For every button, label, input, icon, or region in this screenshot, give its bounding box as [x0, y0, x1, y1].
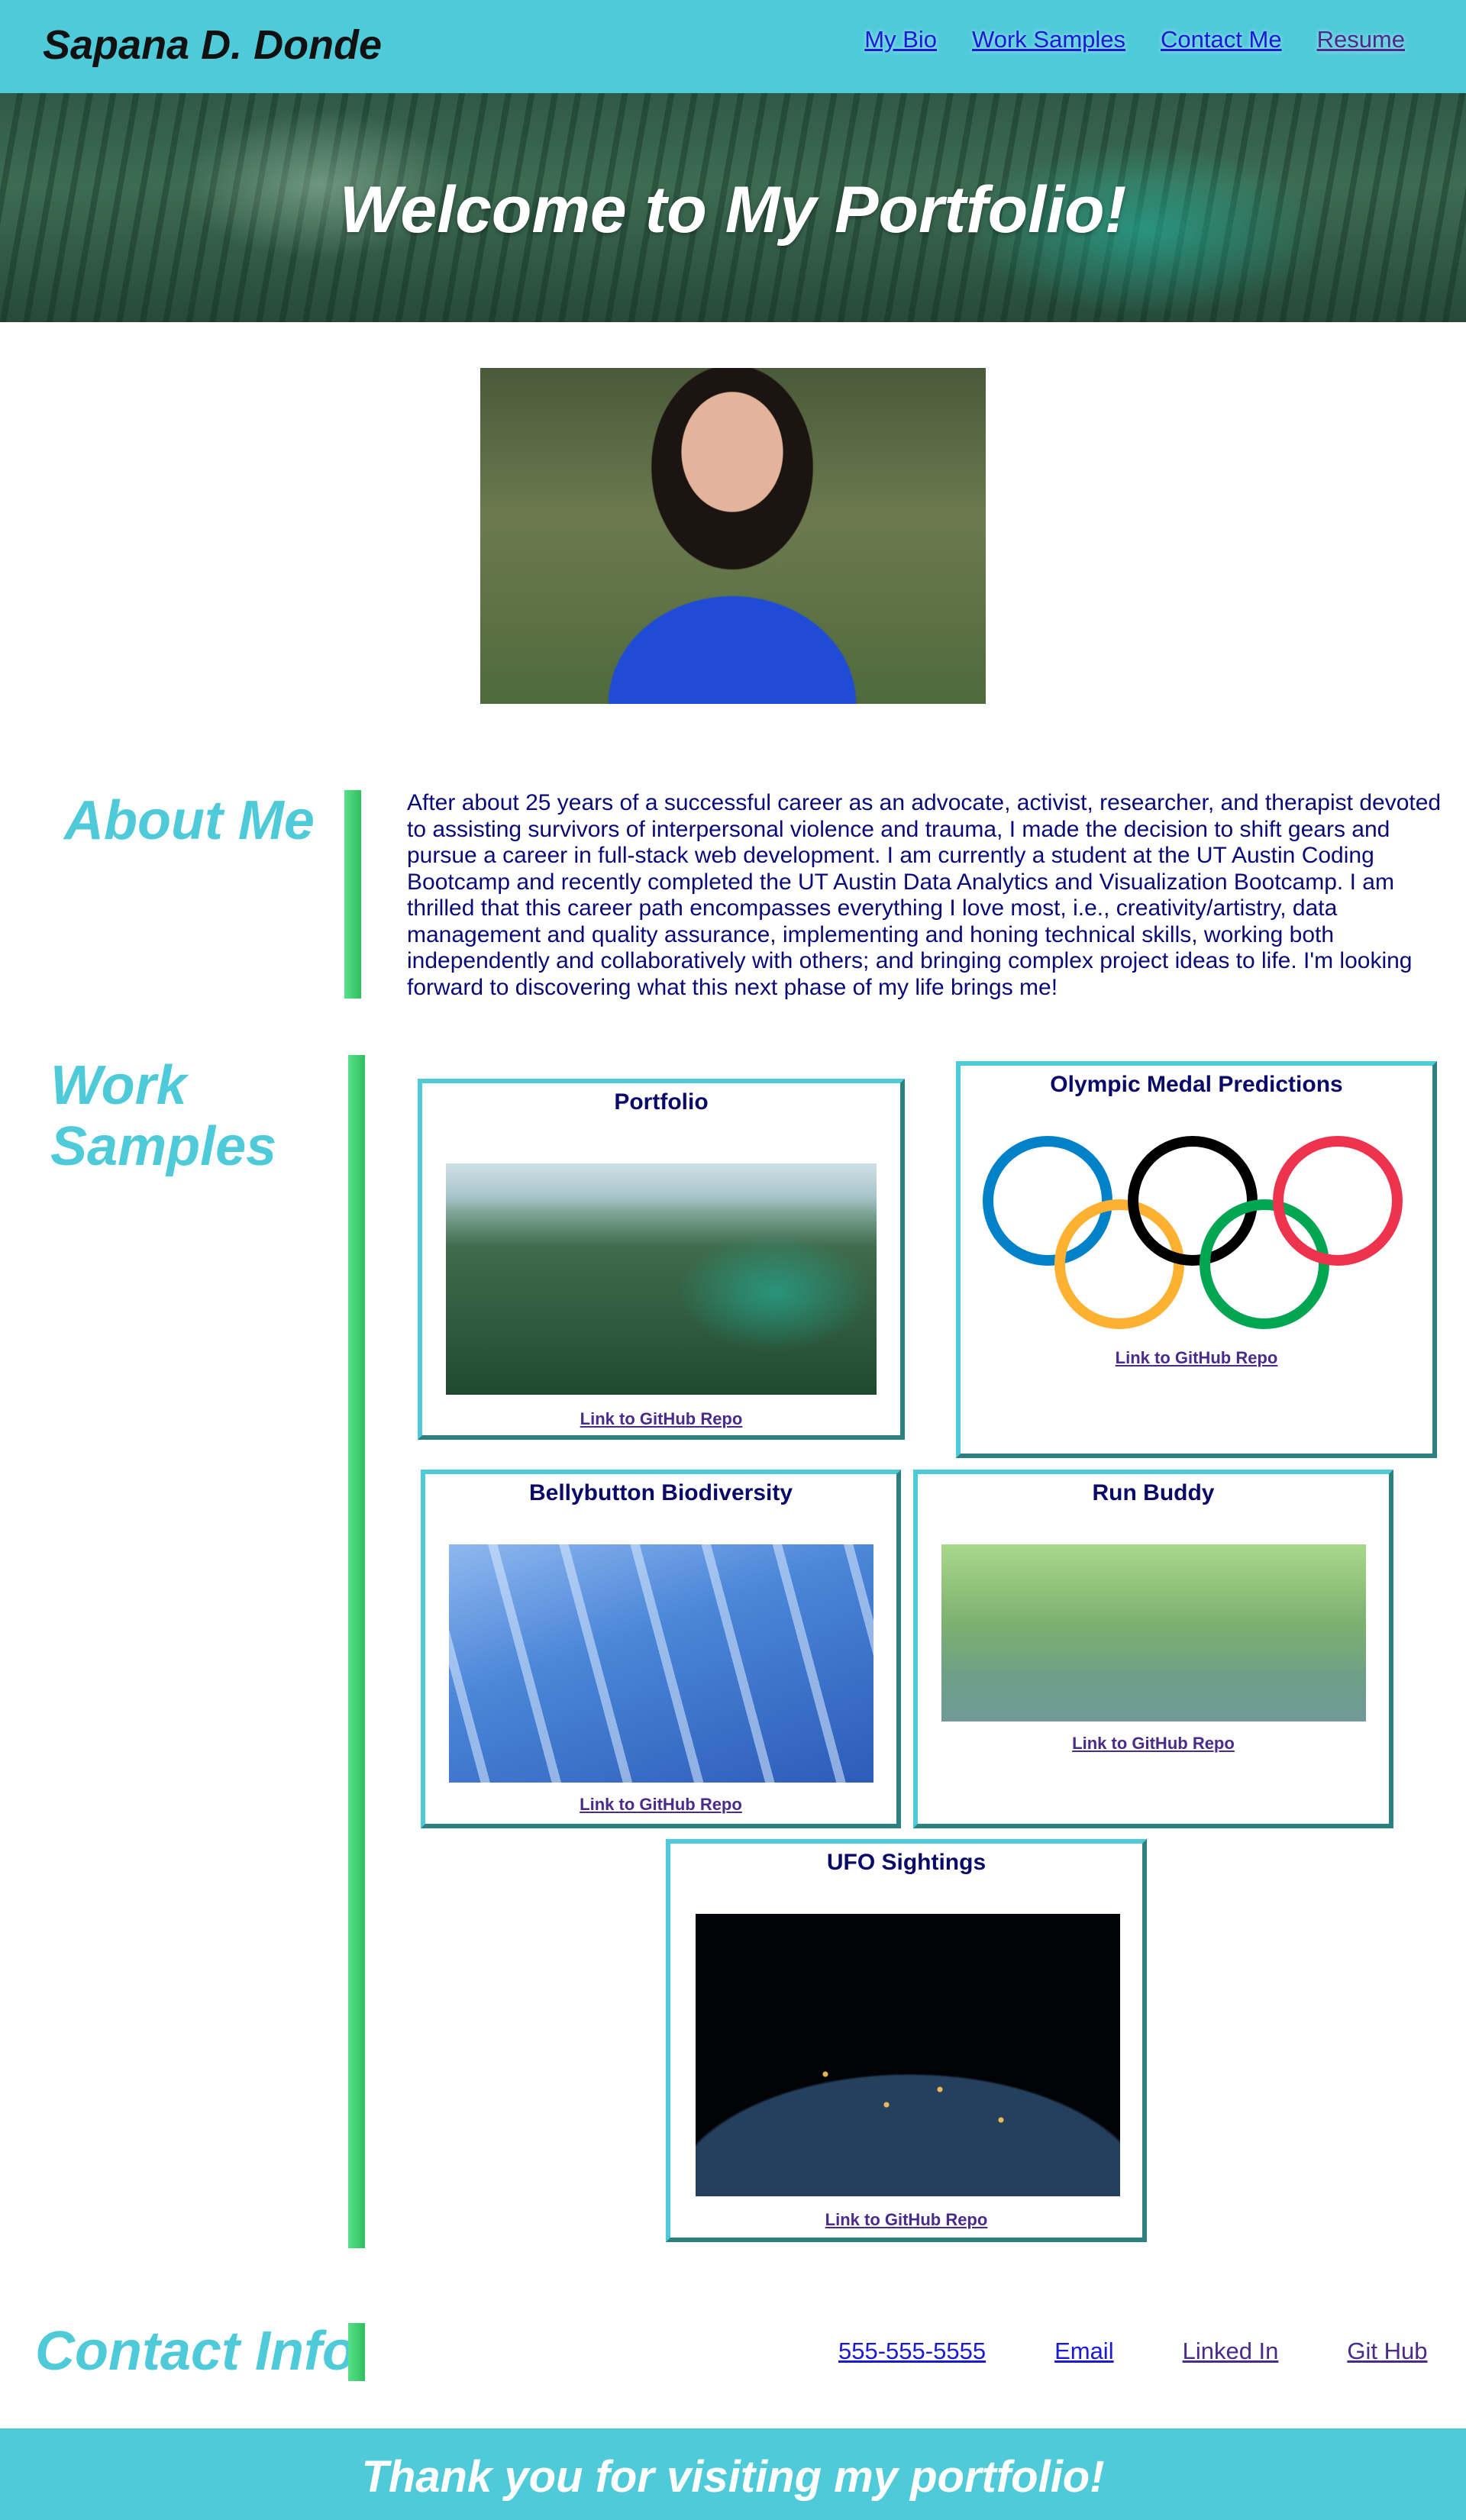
- hero-banner: Welcome to My Portfolio!: [0, 93, 1466, 322]
- about-text: After about 25 years of a successful car…: [407, 790, 1442, 1000]
- main-nav: My Bio Work Samples Contact Me Resume: [864, 26, 1405, 53]
- card-github-link[interactable]: Link to GitHub Repo: [918, 1734, 1389, 1754]
- olympic-ring-red: [1273, 1136, 1403, 1266]
- contact-phone-link[interactable]: 555-555-5555: [838, 2338, 986, 2365]
- card-title: Run Buddy: [1092, 1480, 1215, 1505]
- card-github-link[interactable]: Link to GitHub Repo: [961, 1348, 1432, 1368]
- contact-linkedin-link[interactable]: Linked In: [1183, 2338, 1279, 2365]
- olympic-rings-image: [983, 1136, 1403, 1329]
- work-title: Work Samples: [50, 1055, 276, 1177]
- olympic-ring-black: [1128, 1136, 1258, 1266]
- card-title: Portfolio: [614, 1089, 709, 1115]
- card-github-link[interactable]: Link to GitHub Repo: [422, 1409, 900, 1429]
- about-divider-bar: [344, 790, 361, 999]
- contact-github-link[interactable]: Git Hub: [1347, 2338, 1427, 2365]
- bellybutton-thumbnail: [449, 1544, 873, 1783]
- run-buddy-thumbnail: [941, 1544, 1366, 1721]
- nav-link-my-bio[interactable]: My Bio: [864, 26, 937, 53]
- contact-email-link[interactable]: Email: [1054, 2338, 1114, 2365]
- card-github-link[interactable]: Link to GitHub Repo: [670, 2210, 1142, 2230]
- hero-title: Welcome to My Portfolio!: [339, 173, 1127, 247]
- work-title-line1: Work: [50, 1055, 187, 1116]
- card-title: Bellybutton Biodiversity: [528, 1480, 793, 1505]
- work-card-bellybutton: Bellybutton Biodiversity Link to GitHub …: [421, 1470, 901, 1828]
- card-title: UFO Sightings: [826, 1850, 986, 1875]
- site-header: Sapana D. Donde My Bio Work Samples Cont…: [0, 0, 1466, 93]
- work-card-portfolio: Portfolio Link to GitHub Repo: [418, 1079, 905, 1440]
- card-title: Olympic Medal Predictions: [1050, 1072, 1343, 1097]
- work-card-ufo: UFO Sightings Link to GitHub Repo: [666, 1839, 1147, 2242]
- ufo-thumbnail: [696, 1914, 1120, 2196]
- contact-divider-bar: [348, 2323, 365, 2381]
- work-title-line2: Samples: [50, 1116, 277, 1177]
- site-footer: Thank you for visiting my portfolio!: [0, 2428, 1466, 2520]
- contact-links: 555-555-5555 Email Linked In Git Hub: [838, 2338, 1428, 2365]
- olympic-ring-blue: [983, 1136, 1112, 1266]
- nav-link-resume[interactable]: Resume: [1317, 26, 1405, 53]
- work-divider-bar: [348, 1055, 365, 2248]
- footer-text: Thank you for visiting my portfolio!: [361, 2452, 1105, 2502]
- site-name: Sapana D. Donde: [43, 22, 383, 68]
- work-card-run-buddy: Run Buddy Link to GitHub Repo: [913, 1470, 1393, 1828]
- about-title: About Me: [64, 790, 315, 851]
- nav-link-contact-me[interactable]: Contact Me: [1161, 26, 1282, 53]
- olympic-ring-yellow: [1054, 1199, 1184, 1329]
- olympic-ring-green: [1200, 1199, 1329, 1329]
- portfolio-thumbnail: [446, 1163, 877, 1395]
- card-github-link[interactable]: Link to GitHub Repo: [425, 1795, 896, 1815]
- profile-photo: [480, 368, 986, 704]
- contact-title: Contact Info: [35, 2321, 356, 2382]
- nav-link-work-samples[interactable]: Work Samples: [972, 26, 1125, 53]
- work-card-olympic: Olympic Medal Predictions Link to GitHub…: [956, 1061, 1437, 1458]
